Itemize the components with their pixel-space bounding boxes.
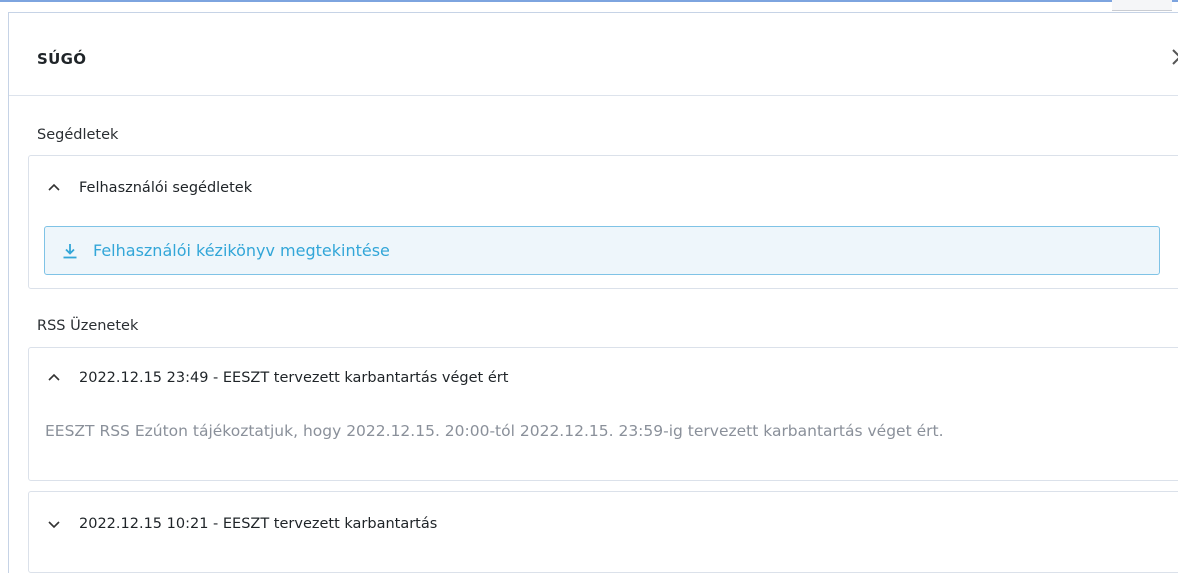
rss-item: 2022.12.15 10:21 - EESZT tervezett karba… (28, 491, 1178, 573)
download-manual-button[interactable]: Felhasználói kézikönyv megtekintése (44, 226, 1160, 275)
panel-title: SÚGÓ (37, 50, 87, 68)
panel-header: SÚGÓ (9, 13, 1178, 96)
top-accent-line (0, 0, 1178, 2)
chevron-up-icon (47, 371, 61, 385)
close-icon[interactable] (1169, 46, 1178, 68)
download-icon (61, 242, 79, 260)
rss-item-title: 2022.12.15 23:49 - EESZT tervezett karba… (79, 370, 509, 386)
guides-accordion-header[interactable]: Felhasználói segédletek (47, 178, 252, 198)
download-manual-label: Felhasználói kézikönyv megtekintése (93, 241, 390, 260)
rss-item-header[interactable]: 2022.12.15 10:21 - EESZT tervezett karba… (47, 514, 437, 534)
rss-item-title: 2022.12.15 10:21 - EESZT tervezett karba… (79, 516, 438, 532)
rss-item-body: EESZT RSS Ezúton tájékoztatjuk, hogy 202… (45, 422, 944, 440)
help-panel: SÚGÓ Segédletek Felhasználói segédletek (8, 12, 1178, 573)
rss-section-label: RSS Üzenetek (37, 318, 139, 334)
rss-item-header[interactable]: 2022.12.15 23:49 - EESZT tervezett karba… (47, 368, 508, 388)
rss-item: 2022.12.15 23:49 - EESZT tervezett karba… (28, 347, 1178, 481)
background-window-edge (1112, 0, 1172, 11)
guides-section-label: Segédletek (37, 127, 119, 143)
chevron-up-icon (47, 181, 61, 195)
chevron-down-icon (47, 517, 61, 531)
guides-accordion: Felhasználói segédletek Felhasználói kéz… (28, 155, 1178, 289)
guides-accordion-title: Felhasználói segédletek (79, 180, 253, 196)
